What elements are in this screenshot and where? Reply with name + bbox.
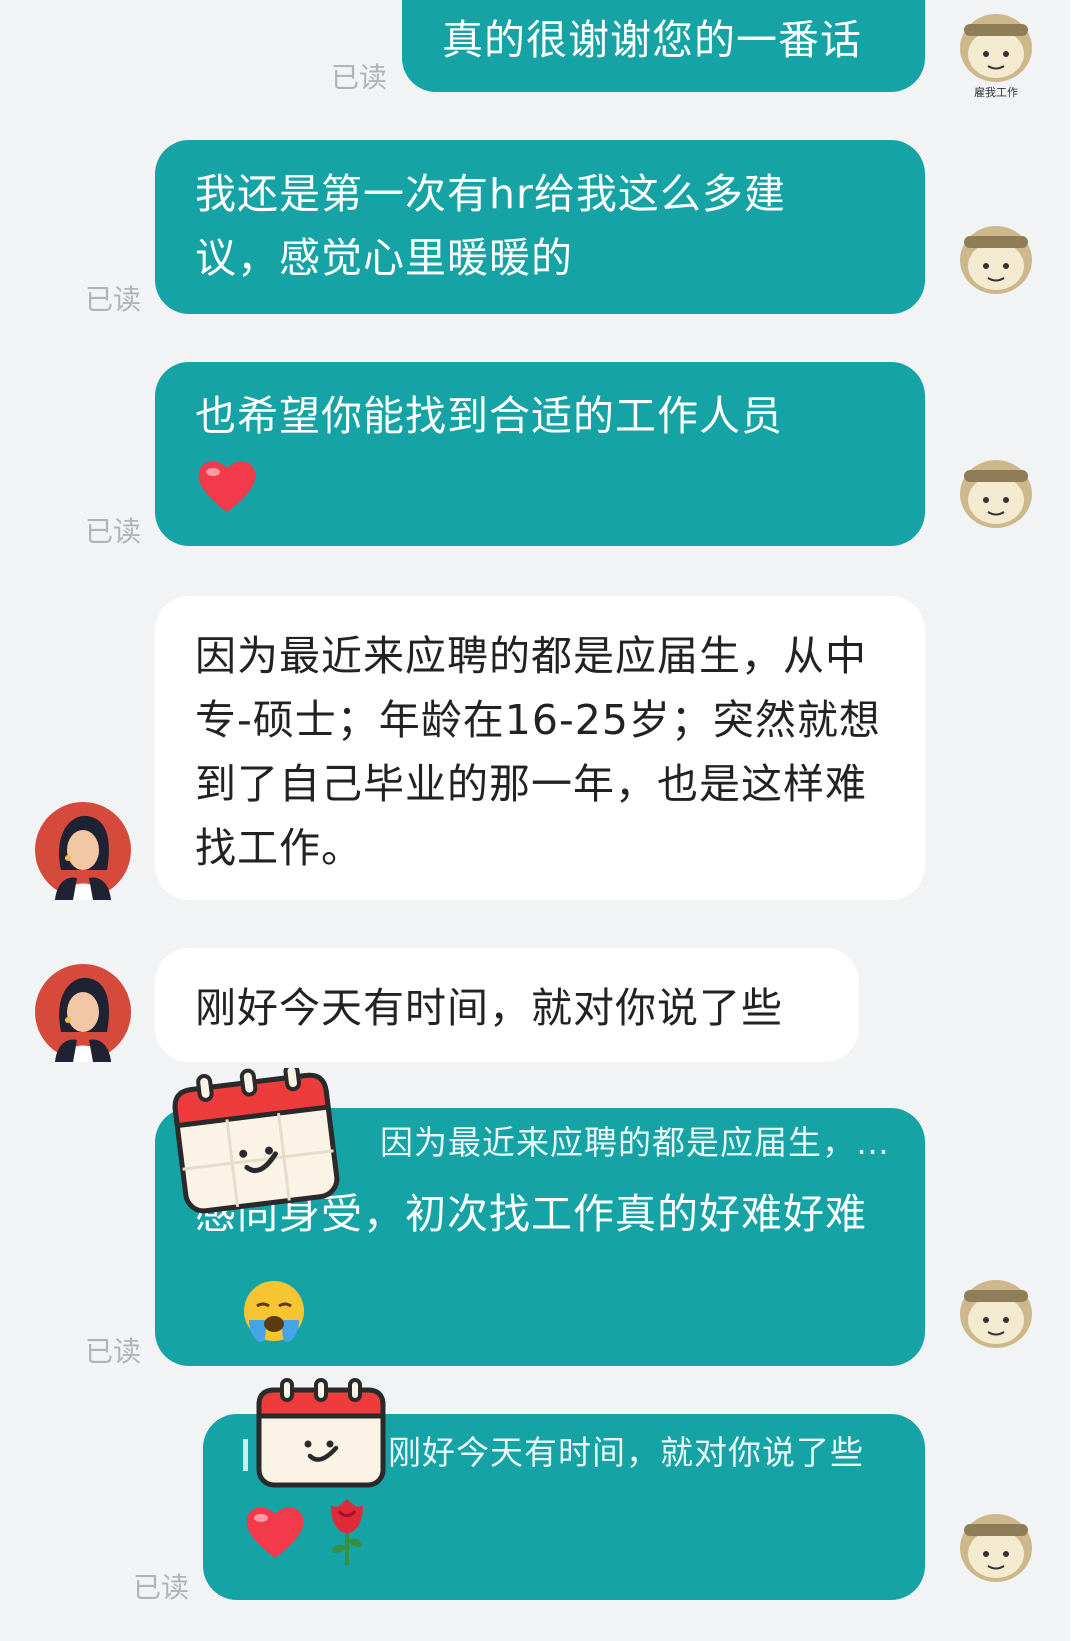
message-bubble-2[interactable]: 我还是第一次有hr给我这么多建议，感觉心里暖暖的: [155, 140, 925, 314]
rose-emoji: [331, 1499, 363, 1565]
read-receipt: 已读: [133, 1571, 190, 1604]
message-text: 因为最近来应聘的都是应届生，从中专-硕士；年龄在16-25岁；突然就想到了自己毕…: [195, 632, 881, 872]
right-edge: [1070, 0, 1080, 1641]
avatar-label: 雇我工作: [974, 85, 1018, 99]
read-receipt: 已读: [85, 515, 142, 548]
message-bubble-4[interactable]: 因为最近来应聘的都是应届生，从中专-硕士；年龄在16-25岁；突然就想到了自己毕…: [155, 596, 925, 900]
read-receipt: 已读: [331, 61, 388, 94]
message-text: 真的很谢谢您的一番话: [442, 16, 862, 64]
crying-face-emoji: [244, 1281, 304, 1342]
smiling-calendar-sticker: [256, 1378, 386, 1488]
cartoon-character-avatar[interactable]: 雇我工作: [948, 6, 1044, 102]
cartoon-character-avatar[interactable]: [948, 452, 1044, 548]
message-text: 刚好今天有时间，就对你说了些: [195, 984, 783, 1032]
smiling-calendar-sticker: [172, 1068, 340, 1214]
heart-emoji: [198, 461, 256, 512]
message-bubble-3[interactable]: 也希望你能找到合适的工作人员: [155, 362, 925, 546]
message-text: 我还是第一次有hr给我这么多建议，感觉心里暖暖的: [195, 170, 786, 282]
message-bubble-1[interactable]: 真的很谢谢您的一番话: [402, 0, 925, 92]
cartoon-character-avatar[interactable]: [948, 1272, 1044, 1368]
cartoon-character-avatar[interactable]: [948, 1506, 1044, 1602]
message-bubble-5[interactable]: 刚好今天有时间，就对你说了些: [155, 948, 859, 1062]
read-receipt: 已读: [85, 1335, 142, 1368]
cartoon-character-avatar[interactable]: [948, 218, 1044, 314]
quote-bar: [243, 1438, 248, 1471]
woman-portrait-avatar[interactable]: [33, 962, 133, 1062]
read-receipt: 已读: [85, 283, 142, 316]
heart-emoji: [246, 1507, 304, 1558]
woman-portrait-avatar[interactable]: [33, 800, 133, 900]
message-text: 也希望你能找到合适的工作人员: [195, 392, 783, 440]
